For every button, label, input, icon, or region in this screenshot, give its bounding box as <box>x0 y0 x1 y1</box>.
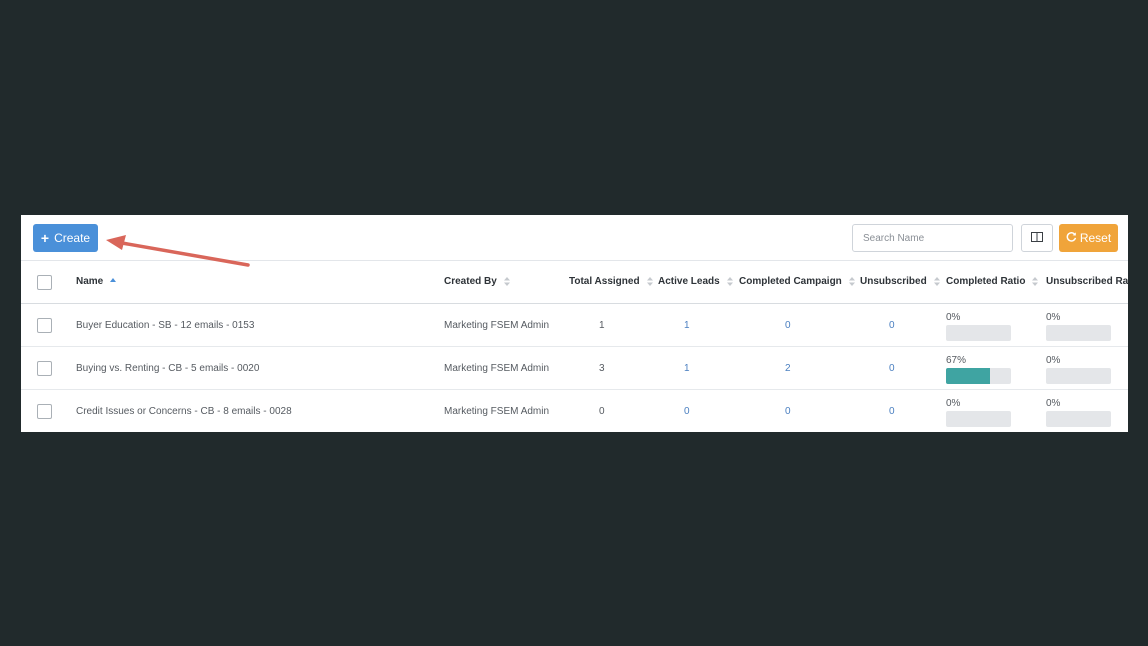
columns-toggle-button[interactable] <box>1021 224 1053 252</box>
sort-icon <box>1032 277 1039 286</box>
completed-campaign-link[interactable]: 0 <box>785 406 791 417</box>
column-label: Unsubscribed <box>860 276 927 287</box>
column-label: Unsubscribed Rati <box>1046 276 1128 287</box>
created-by: Marketing FSEM Admin <box>444 363 550 374</box>
unsubscribed-ratio-label: 0% <box>1046 312 1061 323</box>
column-label: Created By <box>444 276 497 287</box>
column-header-unsubscribed[interactable]: Unsubscribed <box>860 276 940 287</box>
column-label: Completed Ratio <box>946 276 1026 287</box>
unsubscribed-link[interactable]: 0 <box>889 320 895 331</box>
unsubscribed-link[interactable]: 0 <box>889 363 895 374</box>
column-label: Completed Campaign <box>739 276 842 287</box>
unsubscribed-ratio-label: 0% <box>1046 398 1061 409</box>
column-label: Name <box>76 276 104 287</box>
table-row: Credit Issues or Concerns - CB - 8 email… <box>21 390 1128 432</box>
column-header-name[interactable]: Name <box>76 276 117 287</box>
campaign-name[interactable]: Buying vs. Renting - CB - 5 emails - 002… <box>76 363 259 374</box>
create-button-label: Create <box>54 231 91 245</box>
table-row: Buyer Education - SB - 12 emails - 0153 … <box>21 304 1128 347</box>
unsubscribed-ratio-bar <box>1046 325 1111 341</box>
completed-ratio-fill <box>946 368 990 384</box>
row-checkbox[interactable] <box>37 404 52 419</box>
select-all-checkbox[interactable] <box>37 275 52 290</box>
column-header-completed-ratio[interactable]: Completed Ratio <box>946 276 1039 287</box>
created-by: Marketing FSEM Admin <box>444 406 550 417</box>
unsubscribed-ratio-bar <box>1046 411 1111 427</box>
completed-ratio-label: 0% <box>946 398 961 409</box>
toolbar: + Create Reset <box>21 215 1128 261</box>
total-assigned: 1 <box>599 320 605 331</box>
active-leads-link[interactable]: 0 <box>684 406 690 417</box>
column-header-unsubscribed-ratio[interactable]: Unsubscribed Rati <box>1046 276 1128 287</box>
reset-button-label: Reset <box>1079 231 1112 245</box>
completed-campaign-link[interactable]: 2 <box>785 363 791 374</box>
completed-ratio-label: 0% <box>946 312 961 323</box>
active-leads-link[interactable]: 1 <box>684 320 690 331</box>
sort-icon <box>848 277 855 286</box>
column-label: Active Leads <box>658 276 720 287</box>
total-assigned: 0 <box>599 406 605 417</box>
sort-icon <box>503 277 510 286</box>
completed-ratio-label: 67% <box>946 355 967 366</box>
sort-icon <box>933 277 940 286</box>
campaign-name[interactable]: Credit Issues or Concerns - CB - 8 email… <box>76 406 292 417</box>
refresh-icon <box>1066 231 1077 245</box>
sort-ascending-icon <box>110 277 117 286</box>
completed-ratio-bar <box>946 368 1011 384</box>
column-header-total-assigned[interactable]: Total Assigned <box>569 276 653 287</box>
row-checkbox[interactable] <box>37 361 52 376</box>
column-header-created-by[interactable]: Created By <box>444 276 510 287</box>
column-header-completed-campaign[interactable]: Completed Campaign <box>739 276 855 287</box>
create-button[interactable]: + Create <box>33 224 98 252</box>
campaign-table-panel: + Create Reset Name <box>21 215 1128 432</box>
created-by: Marketing FSEM Admin <box>444 320 550 331</box>
completed-campaign-link[interactable]: 0 <box>785 320 791 331</box>
table-header: Name Created By Total Assigned Active Le… <box>21 261 1128 304</box>
active-leads-link[interactable]: 1 <box>684 363 690 374</box>
row-checkbox[interactable] <box>37 318 52 333</box>
reset-button[interactable]: Reset <box>1059 224 1118 252</box>
column-label: Total Assigned <box>569 276 640 287</box>
completed-ratio-bar <box>946 325 1011 341</box>
search-input[interactable] <box>852 224 1013 252</box>
sort-icon <box>646 277 653 286</box>
total-assigned: 3 <box>599 363 605 374</box>
unsubscribed-ratio-label: 0% <box>1046 355 1061 366</box>
table-body: Buyer Education - SB - 12 emails - 0153 … <box>21 304 1128 432</box>
plus-icon: + <box>40 230 50 246</box>
table-row: Buying vs. Renting - CB - 5 emails - 002… <box>21 347 1128 390</box>
columns-icon <box>1031 229 1043 247</box>
unsubscribed-ratio-bar <box>1046 368 1111 384</box>
completed-ratio-bar <box>946 411 1011 427</box>
unsubscribed-link[interactable]: 0 <box>889 406 895 417</box>
column-header-active-leads[interactable]: Active Leads <box>658 276 733 287</box>
sort-icon <box>726 277 733 286</box>
campaign-name[interactable]: Buyer Education - SB - 12 emails - 0153 <box>76 320 254 331</box>
